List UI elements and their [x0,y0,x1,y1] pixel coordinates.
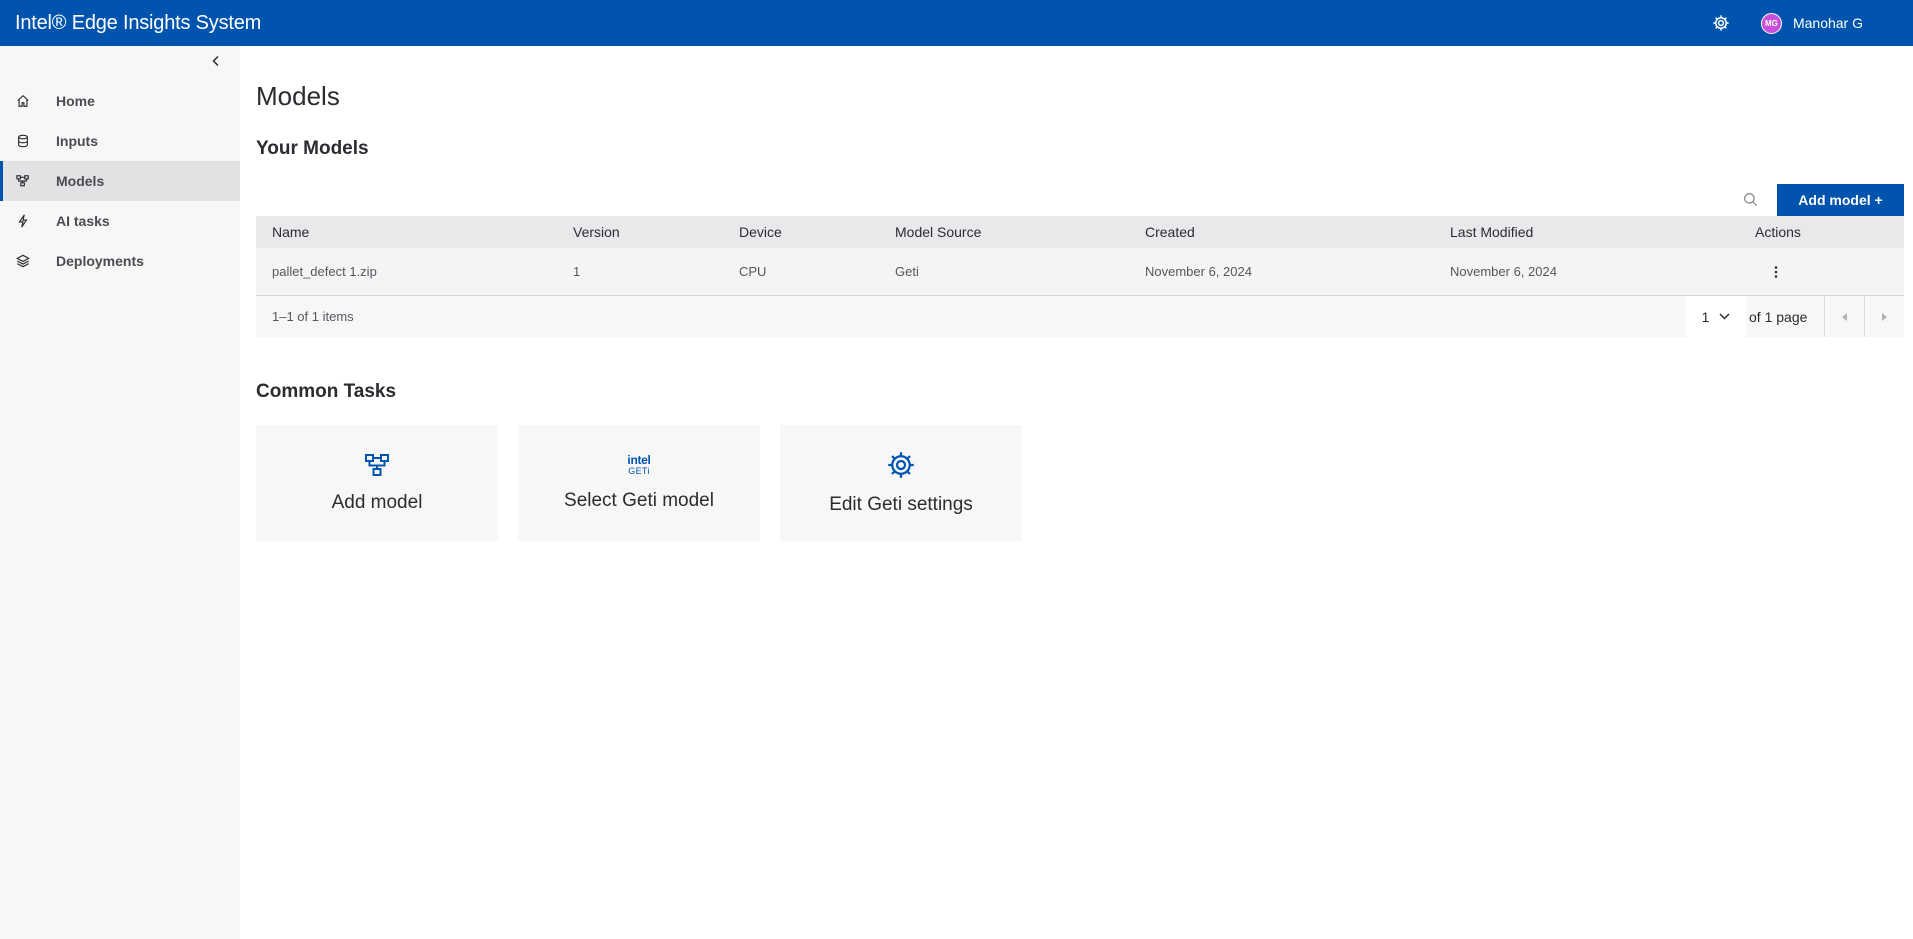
cell-name: pallet_defect 1.zip [272,264,377,279]
sidebar-item-inputs[interactable]: Inputs [0,121,240,161]
row-actions-button[interactable] [1766,262,1786,282]
caret-left-icon [1842,312,1847,321]
top-bar: Intel® Edge Insights System MG Manohar G [0,0,1913,46]
chevron-down-icon [1719,313,1730,320]
column-header-last-modified[interactable]: Last Modified [1450,224,1533,240]
common-tasks: Add model intel GETi Select Geti model E… [256,425,1022,541]
search-button[interactable] [1740,189,1760,209]
model-network-icon [15,173,31,189]
chevron-left-icon [212,55,219,67]
task-add-model[interactable]: Add model [256,425,498,541]
sidebar-item-label: Models [56,173,105,189]
avatar: MG [1760,12,1782,34]
column-header-version[interactable]: Version [573,224,620,240]
model-network-icon [365,454,389,476]
column-header-actions: Actions [1755,224,1801,240]
task-edit-geti-settings[interactable]: Edit Geti settings [780,425,1022,541]
cell-created: November 6, 2024 [1145,264,1252,279]
sidebar-item-label: AI tasks [56,213,110,229]
gear-icon [888,452,914,478]
top-bar-actions: MG Manohar G [1711,0,1863,46]
previous-page-button[interactable] [1824,296,1864,337]
intel-geti-logo: intel GETi [627,453,651,476]
cell-device: CPU [739,264,767,279]
search-icon [1743,192,1757,206]
settings-button[interactable] [1711,13,1731,33]
sidebar-item-label: Deployments [56,253,144,269]
cell-model-source: Geti [895,264,919,279]
cell-version: 1 [573,264,581,279]
home-icon [15,93,31,109]
models-table: Name Version Device Model Source Created… [256,216,1904,337]
sidebar: Home Inputs Models AI tasks Deployments [0,46,240,939]
task-select-geti-model[interactable]: intel GETi Select Geti model [518,425,760,541]
more-vertical-icon [1774,265,1778,278]
collapse-sidebar-button[interactable] [206,51,226,71]
task-label: Select Geti model [564,490,714,511]
user-menu[interactable]: MG Manohar G [1760,12,1863,34]
user-name: Manohar G [1792,15,1863,31]
sidebar-item-home[interactable]: Home [0,81,240,121]
items-count: 1–1 of 1 items [272,309,354,324]
task-label: Edit Geti settings [829,494,973,515]
page-select[interactable]: 1 [1686,296,1746,337]
cell-last-modified: November 6, 2024 [1450,264,1557,279]
lightning-icon [15,213,31,229]
your-models-title: Your Models [256,138,369,159]
column-header-created[interactable]: Created [1145,224,1195,240]
table-row[interactable]: pallet_defect 1.zip 1 CPU Geti November … [256,248,1904,296]
common-tasks-title: Common Tasks [256,381,397,402]
sidebar-item-models[interactable]: Models [0,161,240,201]
column-header-model-source[interactable]: Model Source [895,224,981,240]
table-header: Name Version Device Model Source Created… [256,216,1904,248]
column-header-name[interactable]: Name [272,224,309,240]
caret-right-icon [1882,312,1887,321]
gear-icon [1713,15,1729,31]
layers-icon [15,253,31,269]
page-title: Models [256,81,340,111]
sidebar-item-label: Inputs [56,133,98,149]
sidebar-item-ai-tasks[interactable]: AI tasks [0,201,240,241]
table-pagination: 1–1 of 1 items 1 of 1 page [256,296,1904,337]
database-icon [15,133,31,149]
app-title[interactable]: Intel® Edge Insights System [15,12,261,35]
sidebar-item-label: Home [56,93,95,109]
page-count: of 1 page [1749,309,1808,325]
next-page-button[interactable] [1864,296,1904,337]
column-header-device[interactable]: Device [739,224,782,240]
task-label: Add model [331,492,423,513]
sidebar-nav: Home Inputs Models AI tasks Deployments [0,81,240,281]
sidebar-item-deployments[interactable]: Deployments [0,241,240,281]
page-select-value: 1 [1701,308,1710,325]
add-model-button[interactable]: Add model + [1777,184,1904,216]
